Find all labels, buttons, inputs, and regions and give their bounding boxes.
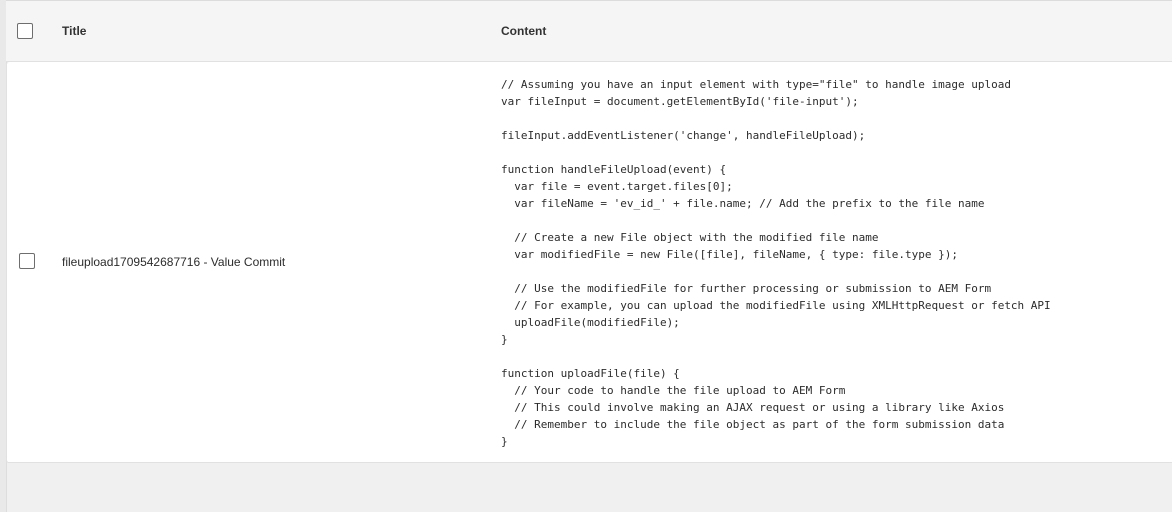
table-header-row: Title Content	[6, 0, 1172, 62]
select-all-checkbox[interactable]	[17, 23, 33, 39]
row-title-cell: fileupload1709542687716 - Value Commit	[62, 255, 286, 269]
page: Title Content fileupload1709542687716 - …	[0, 0, 1172, 512]
column-header-content[interactable]: Content	[501, 24, 546, 38]
row-select-checkbox[interactable]	[19, 253, 35, 269]
column-header-title[interactable]: Title	[62, 24, 86, 38]
row-content-cell: // Assuming you have an input element wi…	[501, 78, 1051, 448]
data-table: Title Content fileupload1709542687716 - …	[6, 0, 1172, 463]
table-row[interactable]: fileupload1709542687716 - Value Commit /…	[6, 62, 1172, 463]
